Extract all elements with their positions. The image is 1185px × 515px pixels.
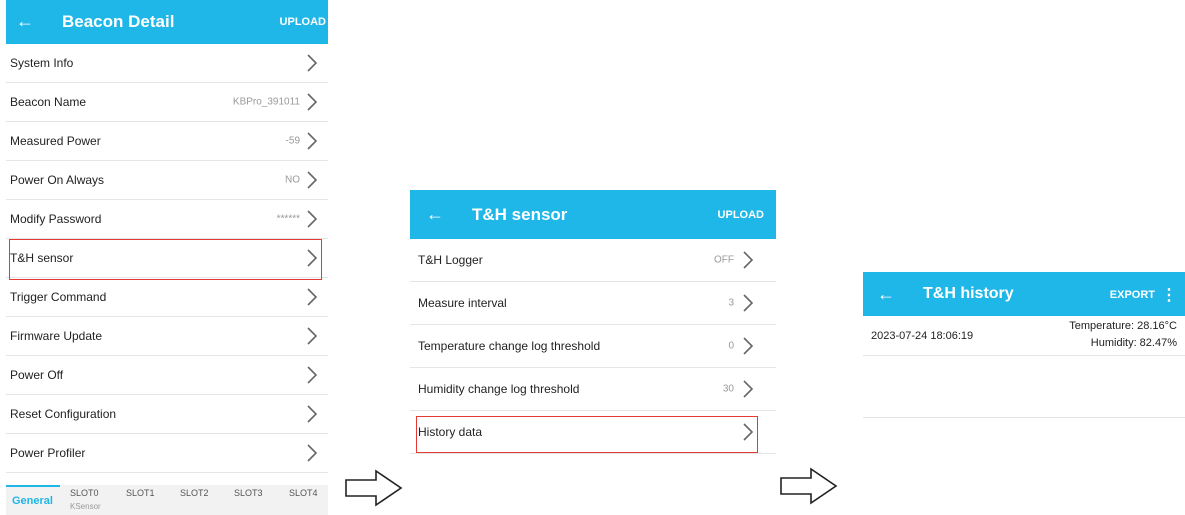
setting-label: Humidity change log threshold: [418, 382, 580, 396]
record-temperature: Temperature: 28.16°C: [1069, 320, 1177, 332]
more-vert-icon[interactable]: ⋮: [1161, 285, 1177, 305]
flow-arrow-icon: [345, 469, 403, 507]
history-record[interactable]: 2023-07-24 18:06:19 Temperature: 28.16°C…: [863, 316, 1185, 356]
chevron-right-icon: [742, 293, 754, 313]
highlight-th-sensor: [9, 239, 322, 280]
upload-button[interactable]: UPLOAD: [280, 16, 326, 28]
setting-label: T&H Logger: [418, 253, 483, 267]
chevron-right-icon: [306, 365, 318, 385]
active-tab-indicator: [6, 485, 60, 487]
tab-general[interactable]: General: [12, 495, 53, 507]
setting-row-reset-configuration[interactable]: Reset Configuration: [6, 395, 328, 434]
setting-row-trigger-command[interactable]: Trigger Command: [6, 278, 328, 317]
highlight-history-data: [416, 416, 758, 453]
app-bar: ← T&H sensor UPLOAD: [410, 190, 776, 239]
setting-value: NO: [285, 174, 300, 186]
th-history-screen: ← T&H history EXPORT ⋮ 2023-07-24 18:06:…: [863, 272, 1185, 515]
tab-slot4[interactable]: SLOT4: [289, 488, 318, 498]
app-bar: ← Beacon Detail UPLOAD: [6, 0, 328, 44]
chevron-right-icon: [306, 53, 318, 73]
setting-row-system-info[interactable]: System Info: [6, 44, 328, 83]
th-sensor-screen: ← T&H sensor UPLOAD T&H Logger OFF Measure…: [410, 190, 776, 515]
setting-label: Measured Power: [10, 134, 101, 148]
history-empty-divider: [863, 356, 1185, 418]
setting-label: Beacon Name: [10, 95, 87, 109]
tab-slot0[interactable]: SLOT0: [70, 488, 99, 498]
setting-value: 30: [722, 383, 734, 395]
chevron-right-icon: [306, 404, 318, 424]
setting-row-beacon-name[interactable]: Beacon Name KBPro_391011: [6, 83, 328, 122]
export-button[interactable]: EXPORT: [1110, 289, 1155, 301]
chevron-right-icon: [306, 131, 318, 151]
setting-label: Power On Always: [10, 173, 105, 187]
setting-label: Modify Password: [10, 212, 102, 226]
setting-row-firmware-update[interactable]: Firmware Update: [6, 317, 328, 356]
setting-value: -59: [285, 135, 300, 147]
chevron-right-icon: [306, 92, 318, 112]
setting-value: 3: [728, 297, 734, 309]
setting-value: OFF: [714, 254, 734, 266]
setting-row-temperature-change-log-threshold[interactable]: Temperature change log threshold 0: [410, 325, 776, 368]
setting-label: Measure interval: [418, 296, 507, 310]
back-arrow-icon[interactable]: ←: [877, 285, 895, 303]
page-title: Beacon Detail: [62, 12, 175, 31]
back-arrow-icon[interactable]: ←: [16, 12, 34, 30]
setting-value: ******: [276, 213, 300, 225]
beacon-detail-screen: ← Beacon Detail UPLOAD System Info Beacon…: [6, 0, 328, 515]
chevron-right-icon: [306, 209, 318, 229]
setting-label: Firmware Update: [10, 329, 103, 343]
setting-row-power-profiler[interactable]: Power Profiler: [6, 434, 328, 473]
back-arrow-icon[interactable]: ←: [426, 205, 444, 223]
setting-row-measure-interval[interactable]: Measure interval 3: [410, 282, 776, 325]
app-bar: ← T&H history EXPORT ⋮: [863, 272, 1185, 316]
chevron-right-icon: [742, 250, 754, 270]
setting-label: Power Profiler: [10, 446, 86, 460]
record-humidity: Humidity: 82.47%: [1090, 337, 1177, 349]
record-timestamp: 2023-07-24 18:06:19: [871, 330, 974, 342]
setting-label: Power Off: [10, 368, 64, 382]
chevron-right-icon: [306, 443, 318, 463]
page-title: T&H sensor: [472, 205, 568, 224]
tab-slot3[interactable]: SLOT3: [234, 488, 263, 498]
setting-label: Reset Configuration: [10, 407, 117, 421]
setting-row-modify-password[interactable]: Modify Password ******: [6, 200, 328, 239]
page-title: T&H history: [923, 285, 1014, 302]
chevron-right-icon: [306, 170, 318, 190]
setting-row-t-h-logger[interactable]: T&H Logger OFF: [410, 239, 776, 282]
setting-label: System Info: [10, 56, 74, 70]
upload-button[interactable]: UPLOAD: [718, 209, 764, 221]
chevron-right-icon: [742, 336, 754, 356]
slot-tab-bar: General SLOT0 KSensor SLOT1 SLOT2 SLOT3 …: [6, 485, 328, 515]
setting-row-humidity-change-log-threshold[interactable]: Humidity change log threshold 30: [410, 368, 776, 411]
setting-row-power-off[interactable]: Power Off: [6, 356, 328, 395]
setting-label: Temperature change log threshold: [418, 339, 601, 353]
setting-row-measured-power[interactable]: Measured Power -59: [6, 122, 328, 161]
setting-value: KBPro_391011: [232, 96, 300, 108]
chevron-right-icon: [306, 287, 318, 307]
tab-slot2[interactable]: SLOT2: [180, 488, 209, 498]
chevron-right-icon: [742, 379, 754, 399]
tab-slot0-sub: KSensor: [70, 502, 101, 511]
flow-arrow-icon: [780, 467, 838, 505]
tab-slot1[interactable]: SLOT1: [126, 488, 155, 498]
setting-row-power-on-always[interactable]: Power On Always NO: [6, 161, 328, 200]
setting-value: 0: [728, 340, 734, 352]
setting-label: Trigger Command: [10, 290, 107, 304]
chevron-right-icon: [306, 326, 318, 346]
